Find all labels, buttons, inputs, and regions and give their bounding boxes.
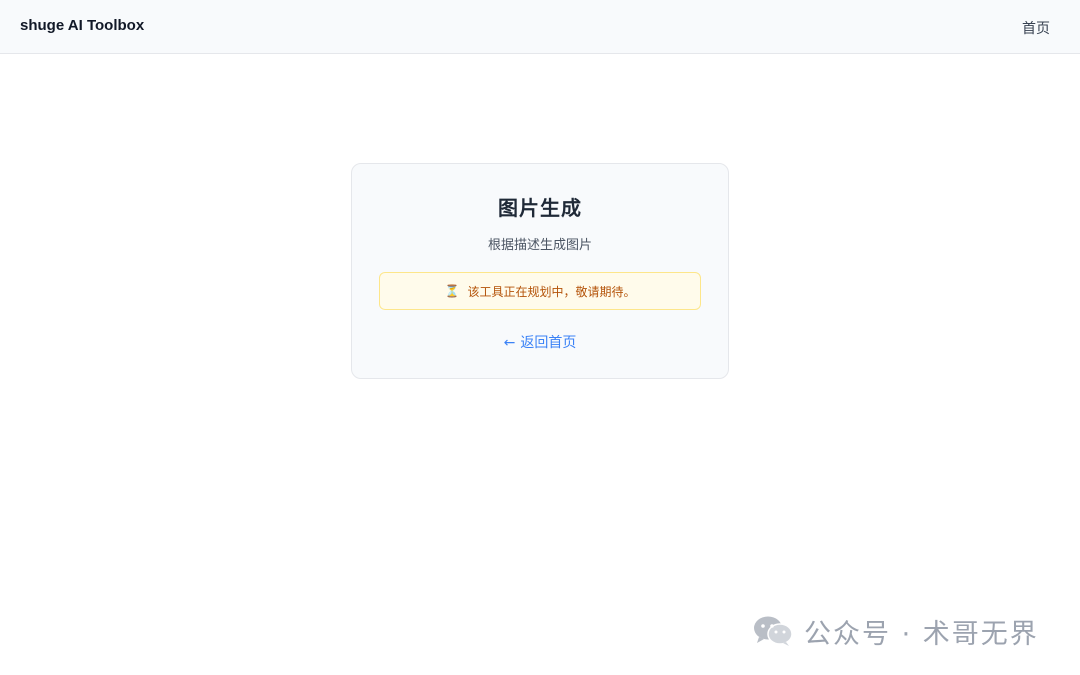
wechat-icon — [754, 616, 793, 646]
back-home-label: 返回首页 — [520, 335, 577, 351]
hourglass-icon: ⏳ — [444, 284, 460, 298]
nav-home-link[interactable]: 首页 — [1022, 18, 1050, 38]
watermark: 公众号 · 术哥无界 — [752, 612, 1039, 650]
brand-link[interactable]: shuge AI Toolbox — [20, 17, 144, 34]
arrow-left-icon: ← — [503, 335, 516, 351]
coming-soon-notice: ⏳ 该工具正在规划中，敬请期待。 — [379, 272, 701, 310]
page-title: 图片生成 — [498, 196, 582, 220]
page-subtitle: 根据描述生成图片 — [487, 238, 592, 253]
top-navbar: shuge AI Toolbox 首页 — [0, 0, 1080, 54]
notice-text: 该工具正在规划中，敬请期待。 — [467, 284, 636, 299]
back-home-link[interactable]: ← 返回首页 — [352, 332, 728, 352]
tool-card: 图片生成 根据描述生成图片 ⏳ 该工具正在规划中，敬请期待。 ← 返回首页 — [351, 163, 729, 379]
watermark-text: 公众号 · 术哥无界 — [804, 618, 1039, 650]
